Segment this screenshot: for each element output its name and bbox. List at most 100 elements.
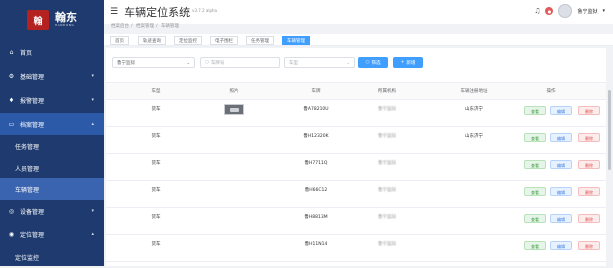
column-header: 照片 bbox=[229, 89, 239, 94]
delete-button[interactable]: 删除 bbox=[578, 106, 600, 115]
sidebar-item-label: 报警管理 bbox=[20, 97, 45, 105]
chevron-down-icon: ▾ bbox=[91, 208, 94, 214]
sidebar-item-archive[interactable]: ▭ 档案管理 ▴ bbox=[0, 113, 104, 135]
menu-fold-icon[interactable]: ☰ bbox=[110, 7, 118, 17]
sidebar: 翰 翰东 HANDONG ⌂ 首页 ⚙ 基础管理 ▾ ♦ 报警管理 ▾ ▭ 档案… bbox=[0, 0, 104, 266]
brand-logo[interactable]: 翰 翰东 HANDONG bbox=[0, 0, 104, 40]
sidebar-item-alarm[interactable]: ♦ 报警管理 ▾ bbox=[0, 89, 104, 111]
vehicle-type-cell: 货车 bbox=[151, 242, 161, 247]
search-icon: ○ bbox=[365, 60, 370, 65]
avatar[interactable] bbox=[558, 4, 573, 18]
address-cell bbox=[444, 211, 504, 225]
chevron-down-icon: ⌄ bbox=[346, 60, 350, 65]
view-button[interactable]: 查看 bbox=[524, 241, 546, 250]
search-icon: ○ bbox=[205, 60, 209, 65]
address-cell bbox=[444, 184, 504, 198]
vehicle-type-cell: 货车 bbox=[151, 188, 161, 193]
edit-button[interactable]: 编辑 bbox=[550, 241, 572, 250]
add-button[interactable]: + 新增 bbox=[393, 57, 423, 68]
view-button[interactable]: 查看 bbox=[524, 133, 546, 142]
vehicle-type-cell: 货车 bbox=[151, 161, 161, 166]
main-content: 鲁宁监狱 ⌄ ○ 车牌号 车型 ⌄ ○ 筛选 + 新增 车型 照片 车牌 所属机… bbox=[106, 48, 606, 266]
tab-monitor[interactable]: 定位监控 bbox=[174, 36, 202, 45]
chevron-down-icon[interactable]: ▾ bbox=[602, 8, 605, 14]
top-header: ☰ 车辆定位系统 v3.7.2 alpha ♫ ● 鲁宁监狱 ▾ bbox=[104, 0, 613, 24]
delete-button[interactable]: 删除 bbox=[578, 214, 600, 223]
plus-icon: + bbox=[400, 60, 405, 65]
column-header: 车型 bbox=[151, 89, 161, 94]
edit-button[interactable]: 编辑 bbox=[550, 187, 572, 196]
plate-input[interactable]: ○ 车牌号 bbox=[200, 57, 280, 68]
table-row: 货车 鲁H66C12 鲁宁监狱 查看 编辑 删除 bbox=[106, 181, 606, 208]
edit-button[interactable]: 编辑 bbox=[550, 160, 572, 169]
table-row: 货车 鲁H7711Q 鲁宁监狱 查看 编辑 删除 bbox=[106, 154, 606, 181]
tab-tasks[interactable]: 任务管理 bbox=[246, 36, 274, 45]
view-button[interactable]: 查看 bbox=[524, 214, 546, 223]
table-row: 货车 鲁H8813M 鲁宁监狱 查看 编辑 删除 bbox=[106, 208, 606, 235]
org-cell: 鲁宁监狱 bbox=[378, 215, 396, 220]
view-button[interactable]: 查看 bbox=[524, 187, 546, 196]
plate-cell: 鲁H12320K bbox=[303, 134, 329, 139]
address-cell: 山东济宁 bbox=[465, 134, 483, 139]
plate-cell: 鲁H8813M bbox=[304, 215, 328, 220]
plate-cell: 鲁A78210U bbox=[303, 107, 329, 112]
sidebar-item-vehicles[interactable]: 车辆管理 bbox=[0, 178, 104, 200]
vehicle-type-cell: 货车 bbox=[151, 134, 161, 139]
home-icon: ⌂ bbox=[9, 48, 14, 56]
plate-cell: 鲁H7711Q bbox=[304, 161, 328, 166]
tab-fence[interactable]: 电子围栏 bbox=[210, 36, 238, 45]
plate-cell: 鲁H66C12 bbox=[304, 188, 328, 193]
sidebar-item-label: 设备管理 bbox=[20, 208, 45, 216]
edit-button[interactable]: 编辑 bbox=[550, 133, 572, 142]
breadcrumb: 档案后台 / 档案管理 / 车辆管理 bbox=[111, 24, 179, 29]
tab-bar: 首页 轨迹查询 定位监控 电子围栏 任务管理 车辆管理 bbox=[104, 34, 613, 46]
edit-button[interactable]: 编辑 bbox=[550, 214, 572, 223]
tab-home[interactable]: 首页 bbox=[110, 36, 129, 45]
breadcrumb-item[interactable]: 档案后台 bbox=[111, 24, 129, 29]
chevron-down-icon: ▾ bbox=[91, 97, 94, 103]
vehicle-photo[interactable] bbox=[224, 104, 244, 115]
sidebar-item-label: 定位监控 bbox=[15, 254, 40, 262]
view-button[interactable]: 查看 bbox=[524, 160, 546, 169]
sidebar-item-label: 人员管理 bbox=[15, 165, 40, 173]
sidebar-item-location[interactable]: ◉ 定位管理 ▴ bbox=[0, 223, 104, 245]
notification-badge[interactable]: ● bbox=[545, 7, 554, 15]
version-label: v3.7.2 alpha bbox=[192, 7, 217, 13]
scrollbar-thumb[interactable] bbox=[608, 90, 611, 170]
delete-button[interactable]: 删除 bbox=[578, 241, 600, 250]
breadcrumb-item[interactable]: 档案管理 bbox=[136, 24, 154, 29]
column-header: 所属机构 bbox=[378, 89, 396, 94]
gear-icon: ⚙ bbox=[8, 72, 15, 80]
sidebar-item-label: 档案管理 bbox=[20, 121, 45, 129]
sidebar-item-tasks[interactable]: 任务管理 bbox=[0, 135, 104, 157]
sidebar-item-label: 任务管理 bbox=[15, 143, 40, 151]
delete-button[interactable]: 删除 bbox=[578, 160, 600, 169]
table-header: 车型 照片 车牌 所属机构 车辆注册地址 操作 bbox=[106, 82, 606, 100]
type-select[interactable]: 车型 ⌄ bbox=[284, 57, 355, 68]
brand-name: 翰东 bbox=[55, 11, 77, 24]
sidebar-item-personnel[interactable]: 人员管理 bbox=[0, 157, 104, 179]
breadcrumb-item: 车辆管理 bbox=[160, 24, 179, 29]
delete-button[interactable]: 删除 bbox=[578, 187, 600, 196]
column-header: 车牌 bbox=[311, 89, 321, 94]
logo-mark: 翰 bbox=[27, 10, 49, 30]
sidebar-item-devices[interactable]: ◎ 设备管理 ▾ bbox=[0, 200, 104, 222]
address-cell bbox=[444, 157, 504, 171]
bell-icon: ♦ bbox=[8, 96, 15, 104]
org-cell: 鲁宁监狱 bbox=[378, 188, 396, 193]
bell-icon[interactable]: ♫ bbox=[534, 7, 540, 15]
user-name[interactable]: 鲁宁监狱 bbox=[577, 8, 597, 15]
edit-button[interactable]: 编辑 bbox=[550, 106, 572, 115]
tab-track[interactable]: 轨迹查询 bbox=[138, 36, 166, 45]
brand-subtitle: HANDONG bbox=[55, 23, 75, 27]
prison-select[interactable]: 鲁宁监狱 ⌄ bbox=[112, 57, 195, 68]
plate-cell: 鲁H11N14 bbox=[304, 242, 328, 247]
view-button[interactable]: 查看 bbox=[524, 106, 546, 115]
search-button[interactable]: ○ 筛选 bbox=[358, 57, 388, 68]
delete-button[interactable]: 删除 bbox=[578, 133, 600, 142]
org-cell: 鲁宁监狱 bbox=[378, 242, 396, 247]
sidebar-item-monitor[interactable]: 定位监控 bbox=[0, 246, 104, 268]
sidebar-item-home[interactable]: ⌂ 首页 bbox=[0, 41, 104, 63]
sidebar-item-basic[interactable]: ⚙ 基础管理 ▾ bbox=[0, 65, 104, 87]
tab-vehicles[interactable]: 车辆管理 bbox=[282, 36, 310, 45]
